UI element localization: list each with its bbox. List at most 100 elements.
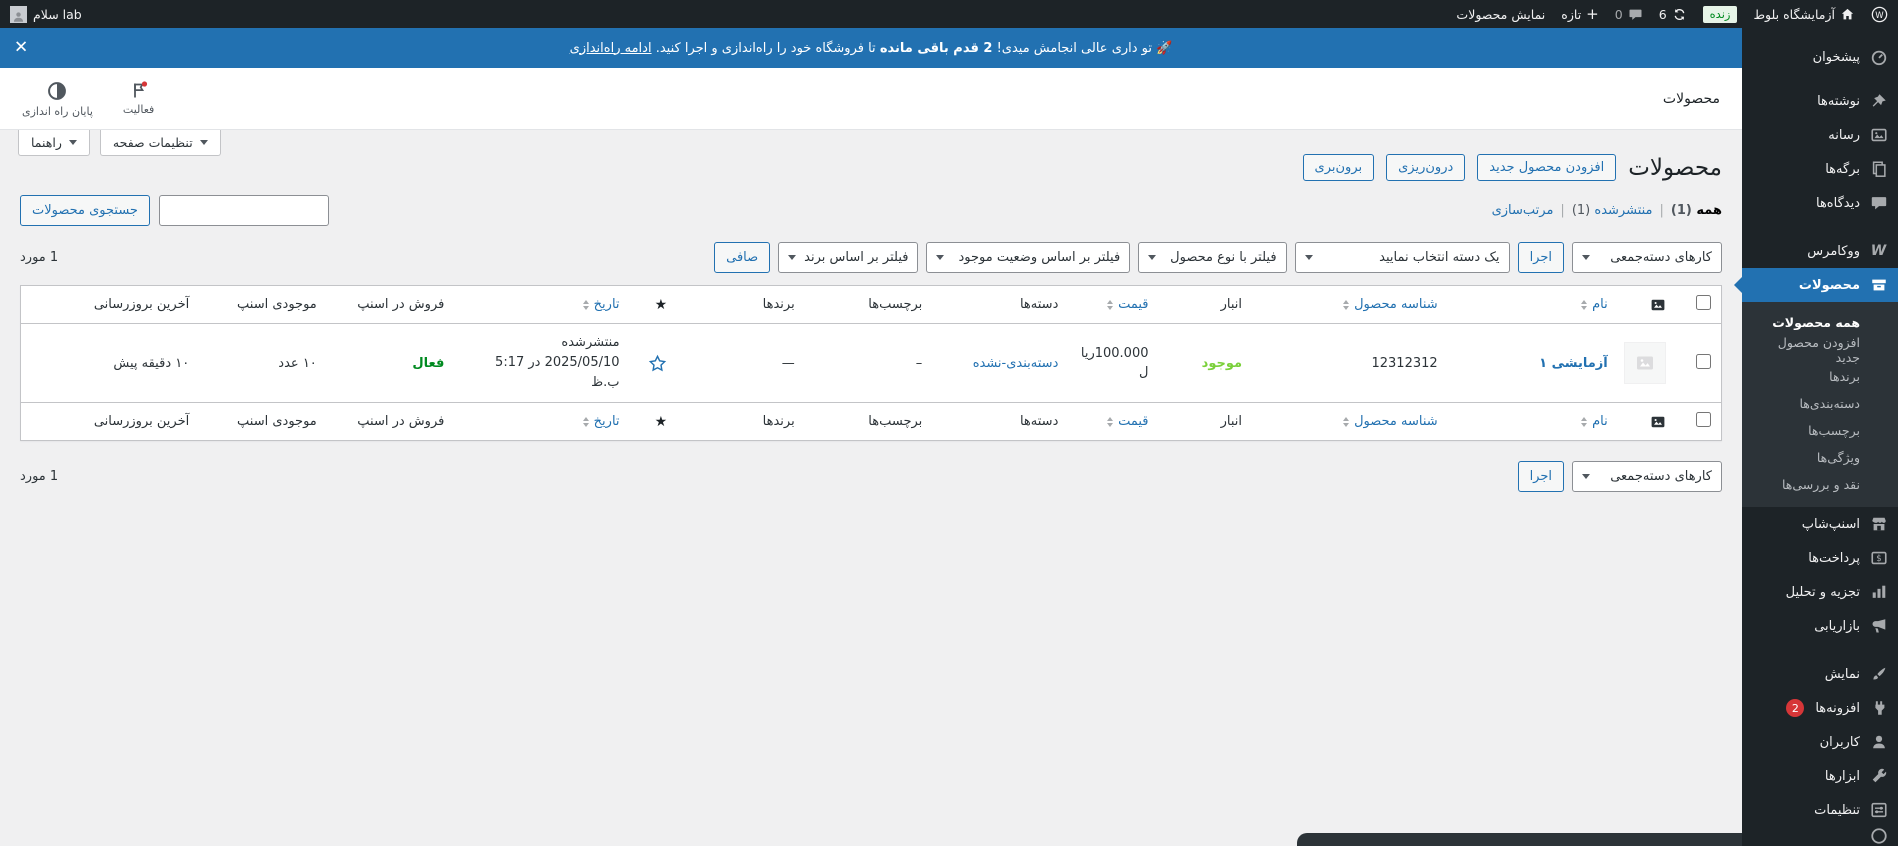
filter-button[interactable]: صافی: [714, 242, 771, 273]
apply-button-bottom[interactable]: اجرا: [1517, 461, 1564, 493]
dashboard-icon: [1869, 48, 1888, 67]
sidebar-item-label: تجزیه و تحلیل: [1785, 584, 1860, 600]
submenu-add-product[interactable]: افزودن محصول جدید: [1742, 335, 1898, 365]
sidebar-item-marketing[interactable]: بازاریابی: [1742, 609, 1898, 643]
stock-status: موجود: [1201, 355, 1243, 371]
wrench-icon: [1869, 767, 1888, 786]
woocommerce-icon: W: [1870, 243, 1887, 259]
product-id-value: 12312312: [1371, 355, 1438, 371]
flag-icon: [133, 80, 147, 97]
sidebar-item-tools[interactable]: ابزارها: [1742, 759, 1898, 793]
categories-header: دسته‌ها: [1019, 297, 1059, 312]
megaphone-icon: [1869, 617, 1888, 636]
apply-button[interactable]: اجرا: [1517, 242, 1564, 273]
sidebar-item-comments[interactable]: دیدگاه‌ها: [1742, 186, 1898, 220]
sort-by-date[interactable]: تاریخ: [582, 414, 620, 429]
screen-options-tab[interactable]: تنظیمات صفحه: [99, 130, 221, 156]
comments-icon: [1869, 194, 1888, 213]
export-button[interactable]: برون‌بری: [1302, 154, 1375, 181]
account-menu[interactable]: سلام lab: [10, 5, 82, 23]
help-tab[interactable]: راهنما: [18, 130, 90, 156]
sort-arrows-icon: [582, 416, 589, 427]
sort-by-product-id[interactable]: شناسه محصول: [1343, 297, 1438, 312]
sort-arrows-icon: [1107, 299, 1114, 310]
chevron-down-icon: [1148, 255, 1157, 260]
brand-filter-select[interactable]: فیلتر بر اساس برند: [778, 242, 919, 273]
sidebar-item-dashboard[interactable]: پیشخوان: [1742, 40, 1898, 74]
sort-by-product-id[interactable]: شناسه محصول: [1343, 414, 1438, 429]
sidebar-item-snappshop[interactable]: اسنپ‌شاپ: [1742, 507, 1898, 541]
submenu-attributes[interactable]: ویژگی‌ها: [1742, 444, 1898, 471]
sort-by-date[interactable]: تاریخ: [582, 297, 620, 312]
admin-bar: W آزمایشگاه بلوط زنده 6 0 + تازه نمایش م…: [0, 0, 1898, 28]
sidebar-item-partial[interactable]: [1742, 827, 1898, 844]
stock-status-filter-select[interactable]: فیلتر بر اساس وضعیت موجود: [926, 242, 1131, 273]
submenu-categories[interactable]: دسته‌بندی‌ها: [1742, 390, 1898, 417]
sidebar-item-posts[interactable]: نوشته‌ها: [1742, 84, 1898, 118]
sort-by-price[interactable]: قیمت: [1107, 297, 1149, 312]
add-new-product-button[interactable]: افزودن محصول جدید: [1477, 154, 1617, 181]
avatar: [10, 5, 27, 23]
svg-text:$: $: [1876, 554, 1881, 564]
featured-star-icon[interactable]: [648, 354, 667, 373]
half-circle-progress-icon: [48, 81, 67, 100]
finish-setup-button[interactable]: پایان راه اندازی: [22, 80, 93, 118]
submenu-reviews[interactable]: نقد و بررسی‌ها: [1742, 471, 1898, 498]
product-type-filter-select[interactable]: فیلتر با نوع محصول: [1138, 242, 1287, 273]
brands-value: —: [781, 355, 795, 371]
sidebar-item-media[interactable]: رسانه: [1742, 118, 1898, 152]
wp-logo-icon[interactable]: W: [1871, 6, 1888, 23]
sidebar-item-payments[interactable]: $ پرداخت‌ها: [1742, 541, 1898, 575]
image-column-icon: [1651, 299, 1664, 310]
submenu-brands[interactable]: برندها: [1742, 363, 1898, 390]
sidebar-item-products[interactable]: محصولات: [1742, 268, 1898, 302]
sort-by-name[interactable]: نام: [1581, 297, 1608, 312]
updates-menu[interactable]: 6: [1659, 7, 1687, 22]
product-price: 100.000ریال: [1080, 345, 1149, 381]
sidebar-item-analytics[interactable]: تجزیه و تحلیل: [1742, 575, 1898, 609]
import-button[interactable]: درون‌ریزی: [1386, 154, 1466, 181]
main-content: 🚀 تو داری عالی انجامش میدی! 2 قدم باقی م…: [0, 28, 1742, 846]
sidebar-item-label: ووکامرس: [1807, 243, 1860, 259]
select-all-checkbox[interactable]: [1696, 295, 1711, 310]
sidebar-item-users[interactable]: کاربران: [1742, 725, 1898, 759]
submenu-all-products[interactable]: همه محصولات: [1742, 309, 1898, 336]
view-published[interactable]: منتشرشده (1): [1572, 203, 1653, 218]
row-checkbox[interactable]: [1696, 353, 1711, 369]
category-link[interactable]: دسته‌بندی-نشده: [973, 356, 1059, 371]
close-icon[interactable]: ✕: [14, 39, 28, 57]
sidebar-item-plugins[interactable]: افزونه‌ها 2: [1742, 691, 1898, 725]
sidebar-item-label: برگه‌ها: [1825, 161, 1860, 177]
new-label: تازه: [1561, 6, 1582, 22]
products-submenu: همه محصولات افزودن محصول جدید برندها دست…: [1742, 302, 1898, 507]
sidebar-item-woocommerce[interactable]: W ووکامرس: [1742, 234, 1898, 268]
comments-menu[interactable]: 0: [1615, 7, 1643, 22]
live-badge: زنده: [1702, 5, 1738, 23]
site-menu[interactable]: آزمایشگاه بلوط: [1753, 7, 1855, 22]
comments-count: 0: [1614, 6, 1623, 22]
search-input[interactable]: [158, 195, 329, 226]
publish-status: منتشرشده: [561, 335, 620, 350]
pages-icon: [1869, 160, 1888, 179]
activity-button[interactable]: فعالیت: [123, 80, 154, 118]
product-name-link[interactable]: آزمایشی ۱: [1539, 356, 1608, 371]
view-sorting[interactable]: مرتب‌سازی: [1492, 203, 1554, 218]
sidebar-item-label: پیشخوان: [1812, 49, 1860, 65]
select-all-checkbox-bottom[interactable]: [1696, 412, 1711, 428]
sidebar-item-pages[interactable]: برگه‌ها: [1742, 152, 1898, 186]
view-all[interactable]: همه (1): [1671, 203, 1722, 218]
category-filter-select[interactable]: یک دسته انتخاب نمایید: [1294, 242, 1510, 273]
sort-by-price[interactable]: قیمت: [1107, 414, 1149, 429]
sidebar-item-appearance[interactable]: نمایش: [1742, 657, 1898, 691]
continue-setup-link[interactable]: ادامه راه‌اندازی: [570, 41, 652, 56]
sidebar-item-settings[interactable]: تنظیمات: [1742, 793, 1898, 827]
bulk-actions-select-bottom[interactable]: کارهای دسته‌جمعی: [1572, 461, 1722, 493]
submenu-tags[interactable]: برچسب‌ها: [1742, 417, 1898, 444]
view-products-link[interactable]: نمایش محصولات: [1456, 7, 1545, 22]
bulk-actions-select[interactable]: کارهای دسته‌جمعی: [1572, 242, 1722, 273]
publish-date: 2025/05/10 در 5:17 ب.ظ: [495, 355, 620, 391]
sort-by-name[interactable]: نام: [1581, 414, 1608, 429]
new-content-menu[interactable]: + تازه: [1561, 6, 1598, 22]
search-products-button[interactable]: جستجوی محصولات: [20, 195, 150, 226]
payments-icon: $: [1869, 549, 1888, 568]
